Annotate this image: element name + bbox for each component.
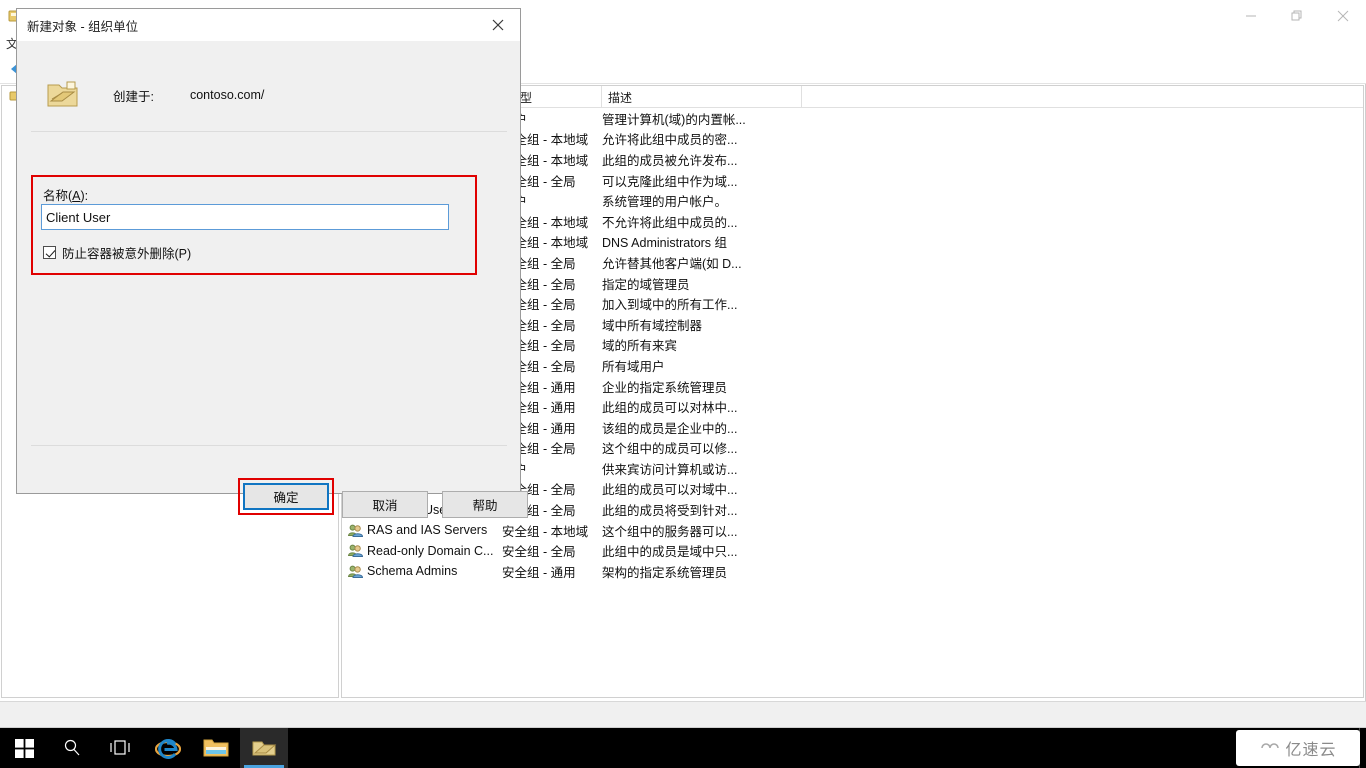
table-row[interactable]: Schema Admins 安全组 - 通用 架构的指定系统管理员 <box>342 561 1363 582</box>
column-header-description[interactable]: 描述 <box>602 86 802 107</box>
row-description-cell: 不允许将此组中成员的... <box>602 215 738 230</box>
row-description-cell: 此组中的成员是域中只... <box>602 545 738 560</box>
row-name-label: Read-only Domain C... <box>367 543 494 558</box>
protect-from-deletion-row[interactable]: 防止容器被意外删除(P) <box>43 243 191 262</box>
name-input[interactable] <box>41 204 449 230</box>
name-label-accel: A <box>72 189 81 203</box>
created-in-row: 创建于: contoso.com/ <box>17 66 520 124</box>
row-name-cell: Read-only Domain C... <box>342 543 502 558</box>
table-row[interactable]: RAS and IAS Servers 安全组 - 本地域 这个组中的服务器可以..… <box>342 520 1363 541</box>
screen: Active Directory 用户和计算机 <box>0 0 1366 768</box>
name-field-label: 名称(A): <box>43 185 88 204</box>
row-description-cell: 域的所有来宾 <box>602 339 678 354</box>
watermark: 亿速云 <box>1236 730 1360 766</box>
ok-button[interactable]: 确定 <box>243 483 329 510</box>
row-description-cell: 指定的域管理员 <box>602 277 690 292</box>
help-button[interactable]: 帮助 <box>442 491 528 518</box>
group-icon <box>347 523 364 538</box>
minimize-icon[interactable] <box>1228 0 1274 32</box>
row-type-cell: 安全组 - 本地域 <box>502 524 589 539</box>
name-label-prefix: 名称( <box>43 189 73 203</box>
table-row[interactable]: Read-only Domain C... 安全组 - 全局 此组中的成员是域中只.… <box>342 540 1363 561</box>
show-desktop-button[interactable] <box>1359 728 1366 768</box>
close-icon[interactable] <box>476 9 520 40</box>
task-view-button[interactable] <box>96 728 144 768</box>
column-header-filler <box>802 86 1363 107</box>
restore-icon[interactable] <box>1274 0 1320 32</box>
row-description-cell: 管理计算机(域)的内置帐... <box>602 112 746 127</box>
row-name-cell: RAS and IAS Servers <box>342 523 502 538</box>
dialog-title-bar: 新建对象 - 组织单位 <box>17 9 520 41</box>
start-button[interactable] <box>0 728 48 768</box>
ou-folder-icon <box>43 78 83 112</box>
search-button[interactable] <box>48 728 96 768</box>
taskbar: 中 0:04 20 <box>0 728 1366 768</box>
row-description-cell: 此组的成员将受到针对... <box>602 504 738 519</box>
dialog-separator-bottom <box>31 445 507 446</box>
dialog-body: 创建于: contoso.com/ 名称(A): 防止容器被意外删除(P) 确定… <box>17 41 528 518</box>
dialog-title: 新建对象 - 组织单位 <box>27 19 139 34</box>
group-icon <box>347 564 364 579</box>
file-explorer-button[interactable] <box>192 728 240 768</box>
aduc-button[interactable] <box>240 728 288 768</box>
aduc-status-bar <box>0 701 1366 727</box>
name-label-suffix: ): <box>80 189 89 203</box>
row-description-cell: 所有域用户 <box>602 359 665 374</box>
row-description-cell: 供来宾访问计算机或访... <box>602 462 738 477</box>
close-icon[interactable] <box>1320 0 1366 32</box>
row-description-cell: 允许替其他客户端(如 D... <box>602 256 742 271</box>
row-description-cell: 此组的成员可以对林中... <box>602 401 738 416</box>
row-description-cell: DNS Administrators 组 <box>602 236 728 251</box>
row-name-label: Schema Admins <box>367 564 458 579</box>
row-description-cell: 企业的指定系统管理员 <box>602 380 728 395</box>
dialog-separator-top <box>31 131 507 132</box>
row-name-label: RAS and IAS Servers <box>367 523 488 538</box>
row-description-cell: 此组的成员可以对域中... <box>602 483 738 498</box>
internet-explorer-button[interactable] <box>144 728 192 768</box>
row-description-cell: 系统管理的用户帐户。 <box>602 195 728 210</box>
created-in-label: 创建于: <box>113 89 154 104</box>
row-description-cell: 允许将此组中成员的密... <box>602 133 738 148</box>
row-description-cell: 这个组中的服务器可以... <box>602 524 738 539</box>
created-in-value: contoso.com/ <box>189 88 265 102</box>
new-object-ou-dialog: 新建对象 - 组织单位 创建于: contoso.com/ 名称(A): Cli… <box>16 8 528 518</box>
watermark-logo-icon <box>1259 740 1281 756</box>
row-description-cell: 域中所有域控制器 <box>602 318 703 333</box>
row-name-cell: Schema Admins <box>342 564 502 579</box>
row-description-cell: 可以克隆此组中作为域... <box>602 174 738 189</box>
cancel-button[interactable]: 取消 <box>342 491 428 518</box>
window-controls <box>1228 0 1366 32</box>
row-type-cell: 安全组 - 通用 <box>502 565 576 580</box>
row-description-cell: 加入到域中的所有工作... <box>602 298 738 313</box>
row-description-cell: 架构的指定系统管理员 <box>602 565 728 580</box>
row-description-cell: 此组的成员被允许发布... <box>602 153 738 168</box>
row-description-cell: 这个组中的成员可以修... <box>602 442 738 457</box>
watermark-text: 亿速云 <box>1285 742 1337 759</box>
row-description-cell: 该组的成员是企业中的... <box>602 421 738 436</box>
protect-from-deletion-label: 防止容器被意外删除(P) <box>62 247 192 261</box>
group-icon <box>347 543 364 558</box>
protect-from-deletion-checkbox[interactable] <box>43 246 56 259</box>
row-type-cell: 安全组 - 全局 <box>502 545 576 560</box>
